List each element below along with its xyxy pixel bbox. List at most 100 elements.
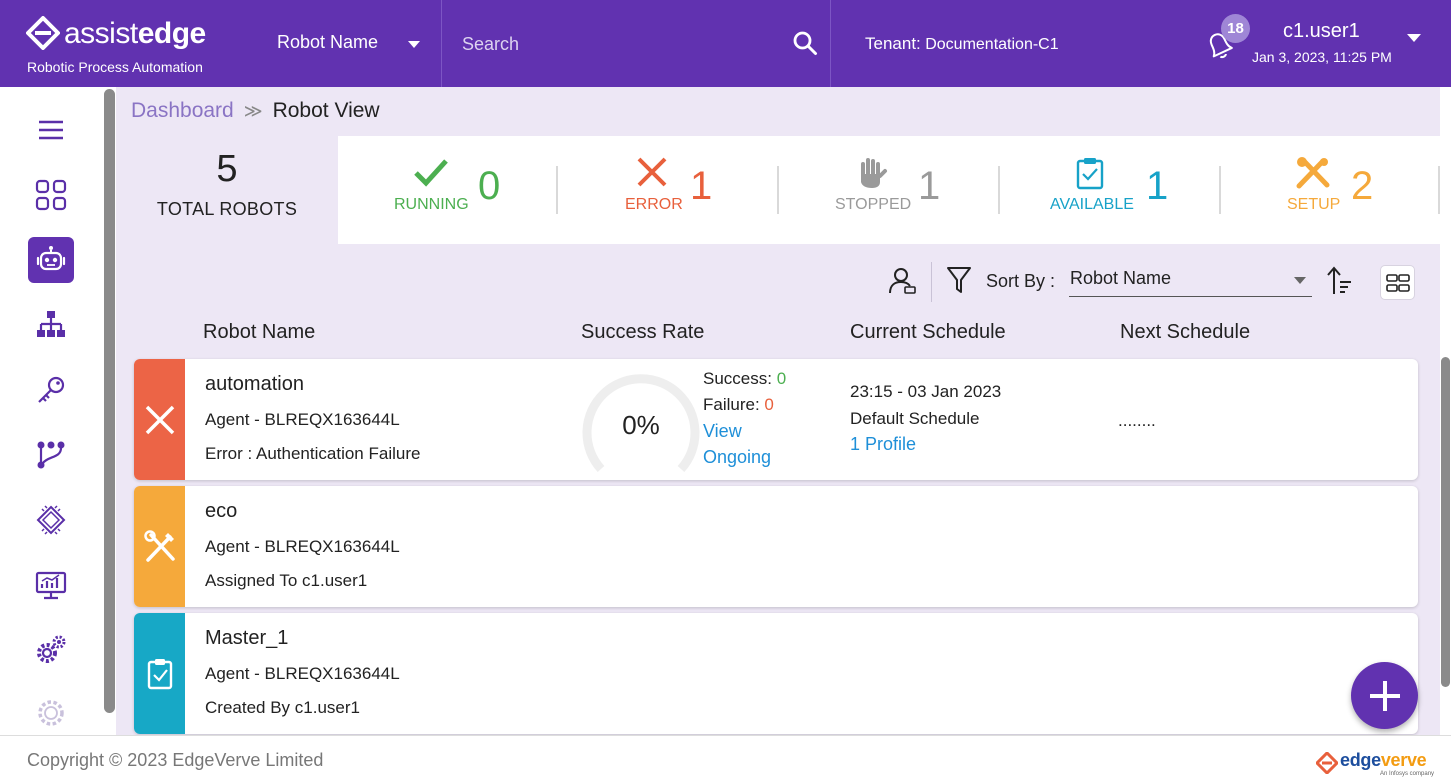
add-robot-button[interactable] (1351, 662, 1418, 729)
robot-icon (36, 246, 66, 271)
workflow-icon (37, 441, 65, 469)
sidebar-item-monitoring[interactable] (28, 562, 74, 608)
view-toggle-button[interactable] (1380, 265, 1415, 300)
header-divider (830, 0, 831, 87)
sort-by-value: Robot Name (1070, 268, 1172, 288)
stat-divider (556, 166, 558, 214)
robot-card-master-1[interactable]: Master_1 Agent - BLREQX163644L Created B… (134, 613, 1418, 734)
status-filter-setup[interactable]: SETUP 2 (1287, 136, 1440, 244)
success-count: Success: 0 (703, 369, 787, 388)
status-label: RUNNING (394, 196, 469, 213)
status-filter-error[interactable]: ERROR 1 (624, 136, 844, 244)
chevron-down-icon[interactable] (408, 41, 420, 48)
edgeverve-logo-subtitle: An Infosys company (1380, 771, 1435, 777)
schedule-profile-link[interactable]: 1 Profile (850, 434, 916, 455)
sidebar (0, 87, 103, 735)
menu-toggle-button[interactable] (28, 107, 74, 153)
status-strip-error (134, 359, 185, 480)
search-input[interactable] (452, 24, 782, 64)
robot-status-info: Assigned To c1.user1 (205, 571, 368, 590)
breadcrumb: Dashboard ≫ Robot View (131, 99, 380, 123)
sidebar-item-configuration[interactable] (28, 690, 74, 736)
sidebar-scrollbar-thumb[interactable] (104, 89, 115, 713)
sidebar-item-workflow[interactable] (28, 432, 74, 478)
user-filter-icon[interactable] (886, 265, 918, 297)
tools-icon (143, 529, 175, 562)
edgeverve-logo-text: edgeverve (1340, 750, 1427, 770)
edgeverve-logo-icon (1316, 752, 1338, 774)
sidebar-item-robots[interactable] (28, 237, 74, 283)
breadcrumb-dashboard-link[interactable]: Dashboard (131, 99, 234, 122)
robot-name[interactable]: automation (205, 373, 304, 396)
filter-icon[interactable] (945, 265, 973, 295)
column-header-success-rate[interactable]: Success Rate (581, 321, 704, 344)
column-header-robot-name[interactable]: Robot Name (203, 321, 315, 344)
copyright-text: Copyright © 2023 EdgeVerve Limited (27, 750, 324, 770)
robot-name[interactable]: Master_1 (205, 627, 288, 650)
plus-icon (1369, 680, 1400, 711)
close-icon (145, 405, 174, 434)
close-icon (637, 157, 667, 187)
robot-status-info: Created By c1.user1 (205, 698, 360, 717)
robot-name-selector[interactable]: Robot Name (277, 32, 378, 53)
logo-subtitle: Robotic Process Automation (27, 59, 203, 75)
stat-divider (777, 166, 779, 214)
sidebar-item-hierarchy[interactable] (28, 302, 74, 348)
status-strip-setup (134, 486, 185, 607)
robot-name[interactable]: eco (205, 500, 237, 523)
clipboard-check-icon (1076, 158, 1104, 190)
logo-text: assistedge (64, 17, 206, 50)
status-label: STOPPED (835, 196, 912, 213)
status-count: 1 (690, 164, 713, 208)
hierarchy-icon (37, 311, 65, 337)
sidebar-item-settings[interactable] (28, 627, 74, 673)
sidebar-item-credentials[interactable] (28, 367, 74, 413)
monitor-chart-icon (35, 571, 67, 600)
notification-badge[interactable]: 18 (1221, 14, 1250, 43)
view-link[interactable]: View (703, 421, 742, 442)
failure-count: Failure: 0 (703, 395, 774, 414)
app-header: assistedge Robotic Process Automation Ro… (0, 0, 1451, 87)
page-title: Robot View (272, 99, 380, 122)
clipboard-check-icon (147, 658, 172, 689)
login-datetime: Jan 3, 2023, 11:25 PM (1252, 49, 1392, 65)
edgeverve-logo: edgeverve An Infosys company (1316, 748, 1434, 780)
status-filter-stopped[interactable]: STOPPED 1 (835, 136, 1055, 244)
ongoing-link[interactable]: Ongoing (703, 447, 771, 468)
status-filter-running[interactable]: RUNNING 0 (391, 136, 611, 244)
stat-divider (998, 166, 1000, 214)
robot-card-automation[interactable]: automation Agent - BLREQX163644L Error :… (134, 359, 1418, 480)
hamburger-icon (39, 120, 63, 140)
status-label: ERROR (625, 196, 683, 213)
search-icon[interactable] (792, 30, 818, 56)
gears-icon (37, 635, 66, 663)
tools-icon (1296, 157, 1330, 189)
gear-icon (38, 700, 64, 726)
column-header-next-schedule[interactable]: Next Schedule (1120, 321, 1250, 344)
assistedge-logo[interactable]: assistedge Robotic Process Automation (26, 16, 226, 76)
schedule-name: Default Schedule (850, 409, 980, 428)
header-divider (441, 0, 442, 87)
sort-order-icon[interactable] (1325, 265, 1353, 297)
status-count: 0 (478, 164, 501, 208)
main-scrollbar-thumb[interactable] (1441, 357, 1450, 687)
success-rate-value: 0% (622, 410, 660, 440)
sidebar-item-processor[interactable] (28, 497, 74, 543)
robot-card-eco[interactable]: eco Agent - BLREQX163644L Assigned To c1… (134, 486, 1418, 607)
robot-agent: Agent - BLREQX163644L (205, 410, 400, 429)
status-label: AVAILABLE (1050, 196, 1134, 213)
user-menu-chevron-icon[interactable] (1407, 34, 1421, 42)
status-count: 2 (1351, 164, 1374, 208)
breadcrumb-separator: ≫ (243, 101, 263, 121)
sort-by-dropdown[interactable]: Robot Name (1069, 266, 1312, 297)
total-robots-tile[interactable]: 5 TOTAL ROBOTS (116, 136, 338, 244)
sort-by-label: Sort By : (986, 271, 1056, 291)
sidebar-item-dashboard[interactable] (28, 172, 74, 218)
card-view-icon (1386, 274, 1410, 292)
status-count: 1 (918, 164, 941, 208)
column-header-current-schedule[interactable]: Current Schedule (850, 321, 1006, 344)
username[interactable]: c1.user1 (1283, 20, 1360, 43)
status-filter-available[interactable]: AVAILABLE 1 (1050, 136, 1270, 244)
check-icon (414, 159, 448, 187)
stat-divider (1219, 166, 1221, 214)
